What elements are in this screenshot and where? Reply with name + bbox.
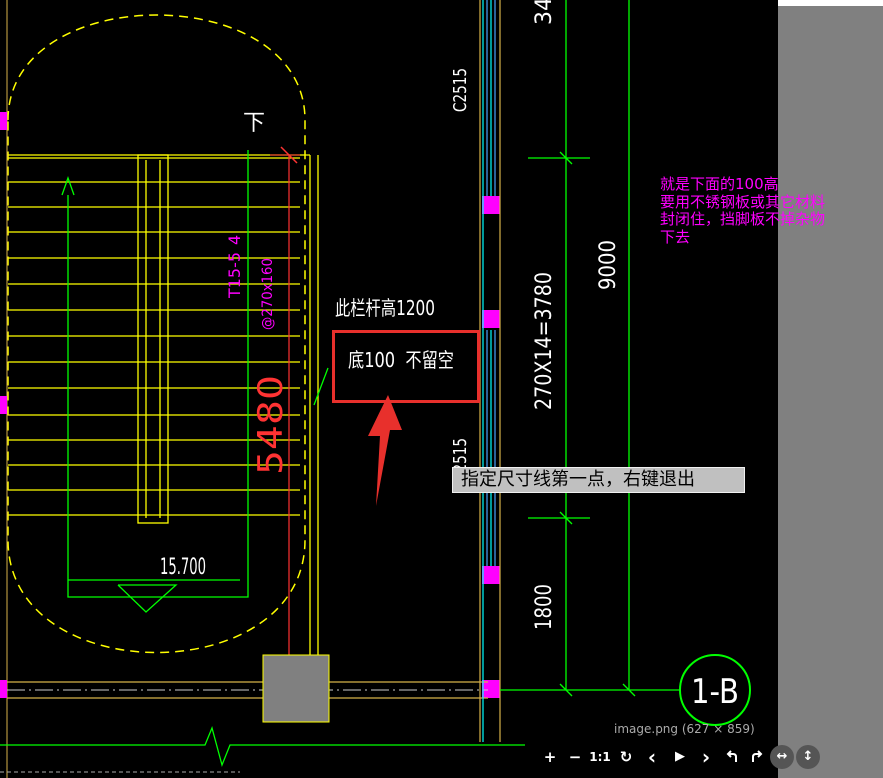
dimension-lines xyxy=(500,0,680,697)
zoom-in-button[interactable]: + xyxy=(538,744,562,770)
dim-1800-label: 1800 xyxy=(532,584,557,630)
viewer-toolbar: + − 1:1 ↻ ‹ ▶ › ↔ ↕ xyxy=(538,744,820,770)
previous-button[interactable]: ‹ xyxy=(640,744,664,770)
redo-icon xyxy=(752,750,763,762)
walking-line xyxy=(61,150,249,613)
dim-3780-label: 270X14=3780 xyxy=(532,272,557,410)
fit-height-button[interactable]: ↕ xyxy=(796,745,820,769)
stair-label-c: 4 xyxy=(225,235,244,245)
railing-height-label: 此栏杆高1200 xyxy=(335,296,435,320)
central-handrail xyxy=(137,154,169,524)
viewer-side-panel xyxy=(778,0,883,778)
break-line xyxy=(0,725,525,768)
window-label-a: C2515 xyxy=(450,68,471,112)
column-box xyxy=(262,654,330,723)
rotate-button[interactable]: ↻ xyxy=(614,744,638,770)
image-caption: image.png (627 × 859) xyxy=(614,722,755,736)
elevation-label: 15.700 xyxy=(160,555,206,580)
rotate-right-button[interactable] xyxy=(745,744,769,770)
window-lines xyxy=(479,0,501,742)
dim-top-label: 34 xyxy=(532,0,557,25)
down-label: 下 xyxy=(243,111,265,136)
axis-bubble-label: 1-B xyxy=(691,672,739,712)
column-markers xyxy=(0,112,500,698)
zoom-out-button[interactable]: − xyxy=(563,744,587,770)
annotation-arrow xyxy=(368,395,402,506)
stair-label-b: @270x160 xyxy=(260,258,276,330)
dim-9000-label: 9000 xyxy=(596,240,621,290)
stair-label-a: T15-5 xyxy=(225,252,244,299)
next-button[interactable]: › xyxy=(694,744,718,770)
dim-5480-label: 5480 xyxy=(251,375,291,475)
annotation-note: 就是下面的100高 要用不锈钢板或其它材料 封闭住，挡脚板不掉杂物 下去 xyxy=(660,175,826,246)
command-tooltip: 指定尺寸线第一点，右键退出 xyxy=(452,467,745,493)
undo-icon xyxy=(726,750,737,762)
cad-drawing-viewport[interactable]: 下 此栏杆高1200 底100 不留空 15.700 1-B 5480 270X… xyxy=(0,0,778,778)
actual-size-button[interactable]: 1:1 xyxy=(588,744,612,770)
play-button[interactable]: ▶ xyxy=(668,744,692,770)
annotation-highlight-box xyxy=(332,330,480,403)
rotate-left-button[interactable] xyxy=(720,744,744,770)
fit-width-button[interactable]: ↔ xyxy=(770,745,794,769)
viewer-side-panel-top xyxy=(778,0,883,6)
